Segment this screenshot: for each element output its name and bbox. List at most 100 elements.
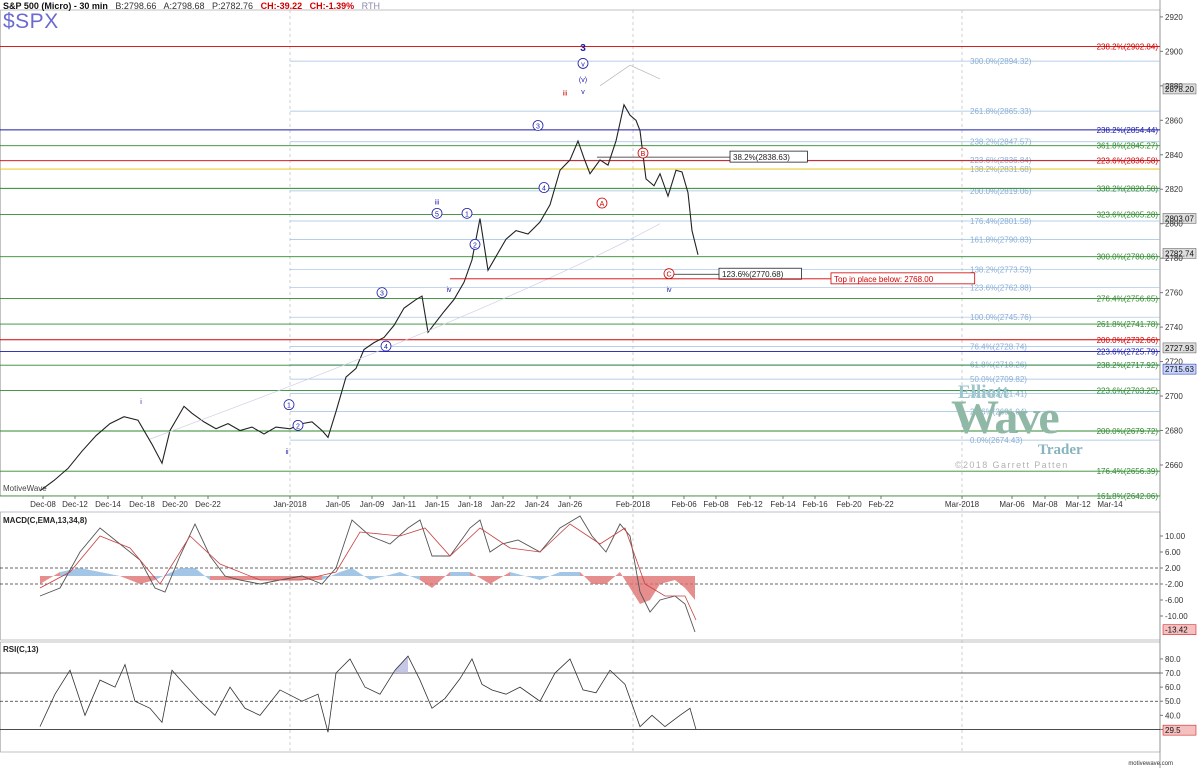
fib-level-label: 138.2%(2773.53) (970, 265, 1032, 274)
macd-histogram-bar (685, 576, 695, 600)
y-tick-label: 80.0 (1165, 655, 1181, 664)
wave-label: 4 (384, 344, 388, 351)
price-level-label: 361.8%(2845.27) (1097, 142, 1159, 151)
rsi-label: RSI(C,13) (3, 645, 39, 654)
chart-header: S&P 500 (Micro) - 30 min B:2798.66 A:279… (3, 1, 385, 11)
macd-histogram-bar (560, 572, 580, 576)
watermark-line3: Trader (1038, 442, 1083, 458)
macd-histogram-bar (640, 576, 650, 604)
x-tick-label: Jan-11 (392, 500, 416, 509)
price-series-line (39, 103, 699, 492)
x-tick-label: Feb-22 (868, 500, 894, 509)
wave-label: iv (446, 287, 452, 294)
rsi-line (39, 655, 697, 733)
bid-value: B:2798.66 (115, 1, 157, 11)
session-label: RTH (361, 1, 380, 11)
x-tick-label: Jan-22 (491, 500, 516, 509)
watermark-copyright: ©2018 Garrett Patten (955, 460, 1069, 470)
x-tick-label: Dec-22 (195, 500, 221, 509)
y-tick-label: 2880 (1165, 82, 1183, 91)
wave-label: 3 (536, 123, 540, 130)
footer-site: motivewave.com (1128, 761, 1173, 767)
macd-histogram-bar (490, 572, 510, 584)
y-tick-label: 2700 (1165, 392, 1183, 401)
fib-level-label: 123.6%(2762.88) (970, 284, 1032, 293)
wave-label: 3 (580, 43, 586, 54)
x-tick-label: Feb-12 (737, 500, 763, 509)
macd-histogram-bar (370, 572, 400, 580)
x-tick-label: Dec-14 (95, 500, 121, 509)
macd-histogram-bar (432, 572, 450, 588)
price-level-label: 223.6%(2836.58) (1097, 157, 1159, 166)
wave-label: ii (285, 449, 289, 456)
y-tick-label: 2900 (1165, 47, 1183, 56)
macd-histogram-bar (352, 568, 370, 580)
x-tick-label: Feb-08 (703, 500, 729, 509)
fib-level-label: 176.4%(2801.58) (970, 217, 1032, 226)
macd-histogram-bar (195, 568, 210, 580)
x-tick-label: Mar-06 (999, 500, 1025, 509)
wave-label: 4 (542, 186, 546, 193)
x-tick-label: Dec-12 (62, 500, 88, 509)
y-tick-label: 2800 (1165, 220, 1183, 229)
wave-label: i (140, 399, 142, 406)
wave-label: 2 (296, 423, 300, 430)
wave-label: B (641, 151, 646, 158)
macd-line (39, 515, 696, 633)
y-tick-label: 2820 (1165, 185, 1183, 194)
wave-label: iv (666, 287, 672, 294)
y-tick-label: 10.00 (1165, 532, 1186, 541)
channel-curve (149, 223, 661, 440)
x-tick-label: Dec-18 (129, 500, 155, 509)
macd-histogram-bar (340, 568, 352, 576)
x-tick-label: Feb-20 (836, 500, 862, 509)
price-level-label: 238.2%(2717.92) (1097, 361, 1159, 370)
price-level-label: 338.2%(2820.50) (1097, 184, 1159, 193)
wave-label: 3 (380, 291, 384, 298)
macd-histogram-bar (540, 572, 560, 580)
wave-label: 5 (435, 211, 439, 218)
x-tick-label: Mar-08 (1032, 500, 1058, 509)
macd-histogram-bar (606, 572, 620, 584)
macd-histogram-bar (140, 576, 155, 584)
y-tick-label: 60.0 (1165, 683, 1181, 692)
macd-histogram-bar (470, 572, 490, 584)
macd-histogram-bar (100, 572, 120, 576)
macd-signal-line (39, 523, 697, 621)
wave-label: 1 (465, 211, 469, 218)
x-tick-label: Mar-14 (1097, 500, 1123, 509)
macd-histogram-bar (40, 572, 60, 584)
wave-label: iii (435, 199, 440, 206)
y-tick-label: 2920 (1165, 13, 1183, 22)
ask-value: A:2798.68 (163, 1, 205, 11)
fib-box-label: Top in place below: 2768.00 (834, 275, 934, 284)
fib-level-label: 261.8%(2865.33) (970, 107, 1032, 116)
y-tick-label: 2.00 (1165, 564, 1181, 573)
price-level-label: 223.6%(2725.79) (1097, 348, 1159, 357)
x-tick-label: Dec-08 (30, 500, 56, 509)
wave-label: 1 (287, 403, 291, 410)
price-level-label: 323.6%(2805.28) (1097, 211, 1159, 220)
macd-histogram-bar (155, 568, 180, 580)
y-tick-label: 2760 (1165, 289, 1183, 298)
y-tick-label: -2.00 (1165, 580, 1184, 589)
x-tick-label: Jan-26 (558, 500, 583, 509)
y-tick-label: 2740 (1165, 323, 1183, 332)
price-level-label: 161.8%(2642.06) (1097, 492, 1159, 501)
x-tick-label: Jan-05 (326, 500, 351, 509)
price-tag-label: 2727.93 (1165, 344, 1194, 353)
fib-level-label: 300.0%(2894.32) (970, 57, 1032, 66)
wave-label: A (600, 201, 605, 208)
macd-label: MACD(C,EMA,13,34,8) (3, 516, 88, 525)
price-level-label: 238.2%(2854.44) (1097, 126, 1159, 135)
x-tick-label: Dec-20 (162, 500, 188, 509)
projection-path (599, 64, 661, 87)
fib-box-label: 38.2%(2838.63) (733, 153, 790, 162)
fib-level-label: 138.2%(2831.68) (970, 165, 1032, 174)
macd-histogram-bar (400, 572, 420, 580)
watermark-logo: Elliott Wave Trader ©2018 Garrett Patten (948, 380, 1108, 475)
x-tick-label: Jan-2018 (273, 500, 307, 509)
x-tick-label: Jan-09 (360, 500, 385, 509)
fib-level-label: 161.8%(2790.83) (970, 236, 1032, 245)
price-level-label: 200.0%(2732.66) (1097, 336, 1159, 345)
